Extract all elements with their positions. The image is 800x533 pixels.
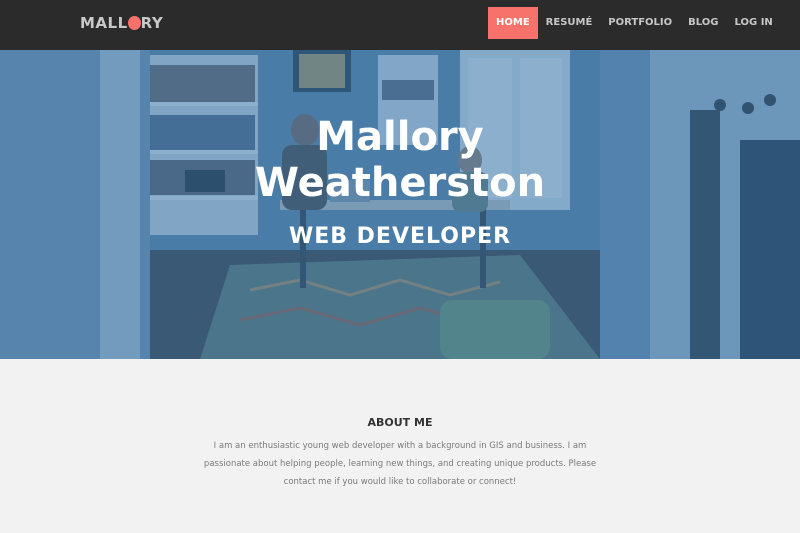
nav-item-blog[interactable]: BLOG xyxy=(680,7,726,39)
nav-item-home[interactable]: HOME xyxy=(488,7,538,39)
nav-item-portfolio[interactable]: PORTFOLIO xyxy=(600,7,680,39)
nav-item-resume[interactable]: RESUMÉ xyxy=(538,7,601,39)
about-section: ABOUT ME I am an enthusiastic young web … xyxy=(0,359,800,533)
logo-dot-icon xyxy=(127,16,141,30)
logo-text-start: MALL xyxy=(80,14,128,32)
hero-role-subtitle: WEB DEVELOPER xyxy=(288,224,512,249)
main-nav: HOME RESUMÉ PORTFOLIO BLOG LOG IN xyxy=(488,7,781,39)
nav-item-login[interactable]: LOG IN xyxy=(726,7,780,39)
about-description: I am an enthusiastic young web developer… xyxy=(203,441,597,487)
navbar: MALL RY HOME RESUMÉ PORTFOLIO BLOG LOG IN xyxy=(0,0,800,50)
hero-name-heading: Mallory Weatherston xyxy=(200,114,600,206)
site-logo[interactable]: MALL RY xyxy=(80,13,163,33)
logo-text-end: RY xyxy=(140,14,164,32)
hero-banner: Mallory Weatherston WEB DEVELOPER xyxy=(0,50,800,359)
hero-first-name: Mallory xyxy=(316,114,484,160)
hero-last-name: Weatherston xyxy=(254,160,546,206)
about-title: ABOUT ME xyxy=(367,416,433,429)
